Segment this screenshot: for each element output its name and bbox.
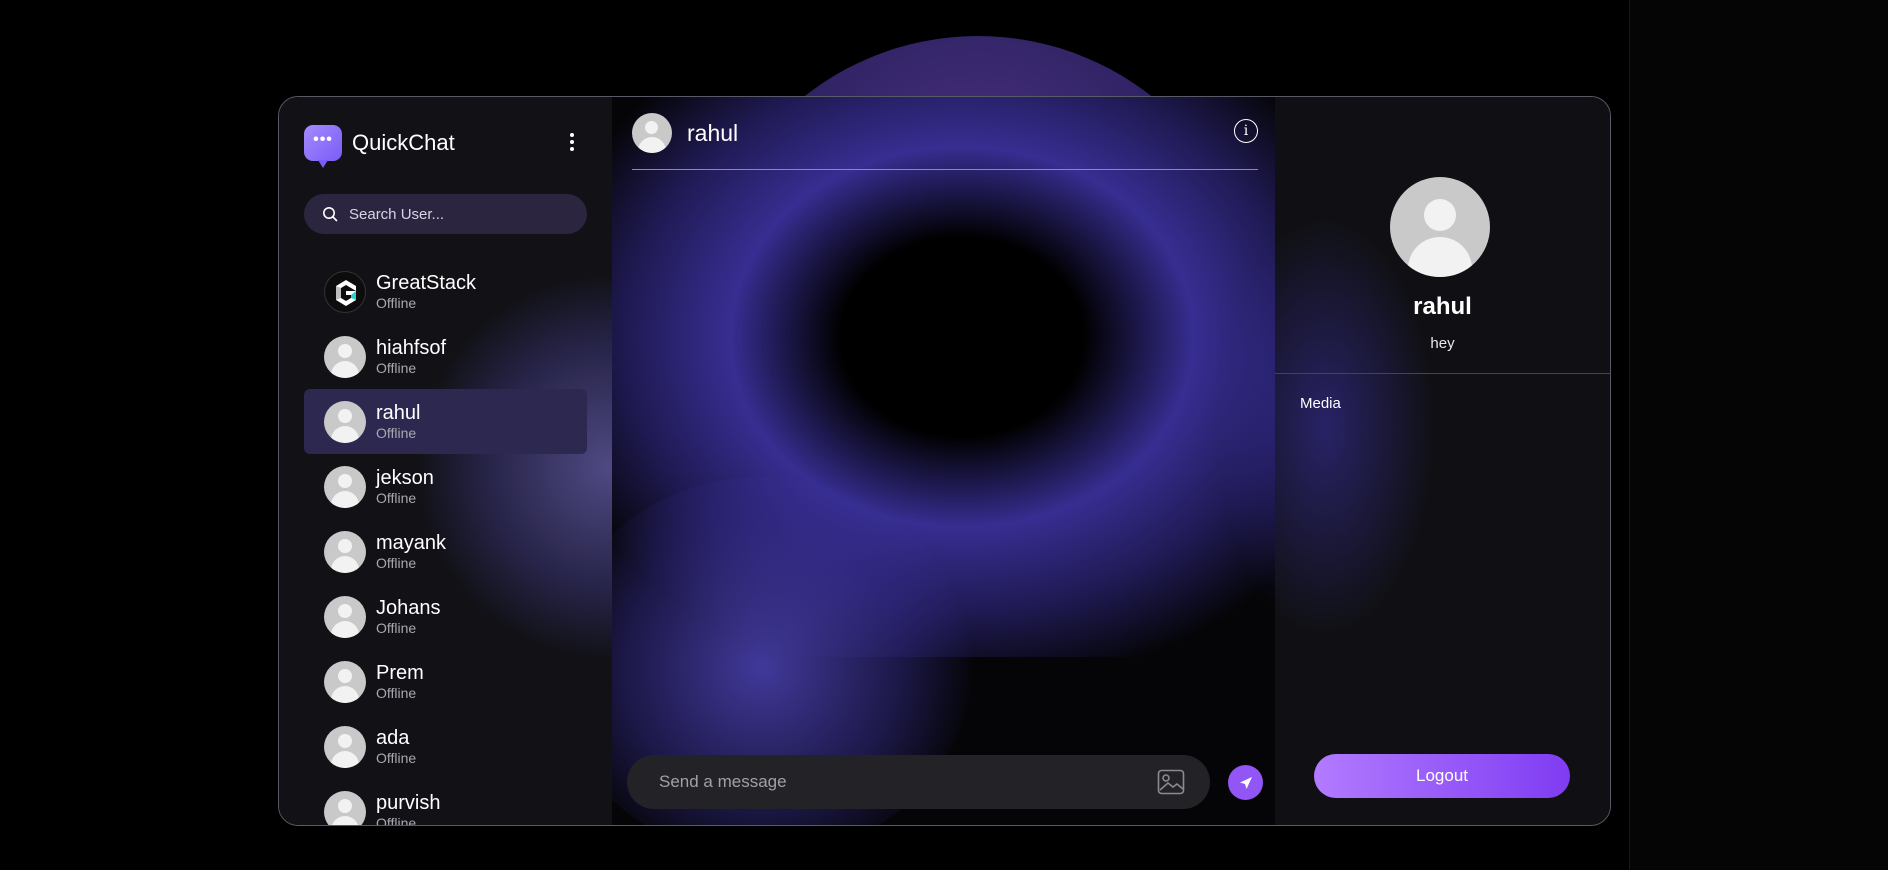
send-icon [1239, 776, 1252, 789]
chat-app-window: ••• QuickChat GreatStac [278, 96, 1611, 826]
info-icon[interactable]: i [1234, 119, 1258, 143]
search-input[interactable] [347, 204, 571, 224]
user-status: Offline [376, 294, 417, 311]
user-item-greatstack[interactable]: GreatStack Offline [304, 259, 587, 324]
divider [1275, 373, 1610, 374]
user-list: GreatStack Offline hiahfsof Offline rahu… [304, 259, 587, 826]
avatar-icon [324, 530, 366, 573]
user-name: mayank [376, 531, 447, 554]
avatar-icon [324, 335, 366, 378]
avatar-icon [324, 790, 366, 825]
media-label: Media [1300, 395, 1341, 412]
brand: ••• QuickChat [304, 125, 455, 168]
avatar-icon [324, 465, 366, 508]
user-item-prem[interactable]: Prem Offline [304, 649, 587, 714]
search-bar [304, 194, 587, 234]
profile-panel-glow [1215, 217, 1435, 637]
app-name: QuickChat [352, 130, 455, 155]
user-item-ada[interactable]: ada Offline [304, 714, 587, 779]
search-icon [323, 207, 338, 222]
user-status: Offline [376, 749, 417, 766]
chat-panel: rahul i [612, 97, 1275, 825]
chat-header: rahul i [632, 97, 1258, 170]
user-item-mayank[interactable]: mayank Offline [304, 519, 587, 584]
avatar-icon [324, 660, 366, 703]
user-item-purvish[interactable]: purvish Offline [304, 779, 587, 826]
send-button[interactable] [1228, 765, 1263, 800]
user-status: Offline [376, 814, 417, 826]
user-status: Offline [376, 489, 417, 506]
user-name: jekson [376, 466, 434, 489]
user-name: Johans [376, 596, 441, 619]
user-name: Prem [376, 661, 424, 684]
avatar-icon [324, 595, 366, 638]
profile-bio: hey [1430, 335, 1455, 352]
user-item-hiahfsof[interactable]: hiahfsof Offline [304, 324, 587, 389]
message-composer [627, 755, 1210, 809]
sidebar: ••• QuickChat GreatStac [279, 97, 799, 826]
user-status: Offline [376, 359, 417, 376]
message-input[interactable] [657, 771, 1141, 793]
chat-title: rahul [687, 119, 739, 146]
profile-name: rahul [1413, 293, 1472, 320]
avatar-icon [632, 113, 672, 153]
user-name: purvish [376, 791, 441, 814]
user-status: Offline [376, 619, 417, 636]
user-name: GreatStack [376, 271, 477, 294]
avatar-icon [324, 400, 366, 443]
logout-button[interactable]: Logout [1314, 754, 1570, 798]
greatstack-logo-icon [324, 270, 366, 313]
avatar-icon [324, 725, 366, 768]
user-status: Offline [376, 554, 417, 571]
user-name: hiahfsof [376, 336, 447, 359]
profile-panel: rahul hey Media Logout [1215, 97, 1610, 825]
user-name: rahul [376, 401, 421, 424]
user-status: Offline [376, 684, 417, 701]
menu-icon[interactable] [570, 133, 574, 151]
user-item-jekson[interactable]: jekson Offline [304, 454, 587, 519]
chat-logo-icon: ••• [304, 125, 342, 168]
user-item-rahul[interactable]: rahul Offline [304, 389, 587, 454]
user-item-johans[interactable]: Johans Offline [304, 584, 587, 649]
user-status: Offline [376, 424, 417, 441]
gallery-icon[interactable] [1157, 769, 1185, 795]
user-name: ada [376, 726, 410, 749]
profile-avatar-icon [1390, 177, 1490, 277]
page-edge-strip [1629, 0, 1888, 870]
